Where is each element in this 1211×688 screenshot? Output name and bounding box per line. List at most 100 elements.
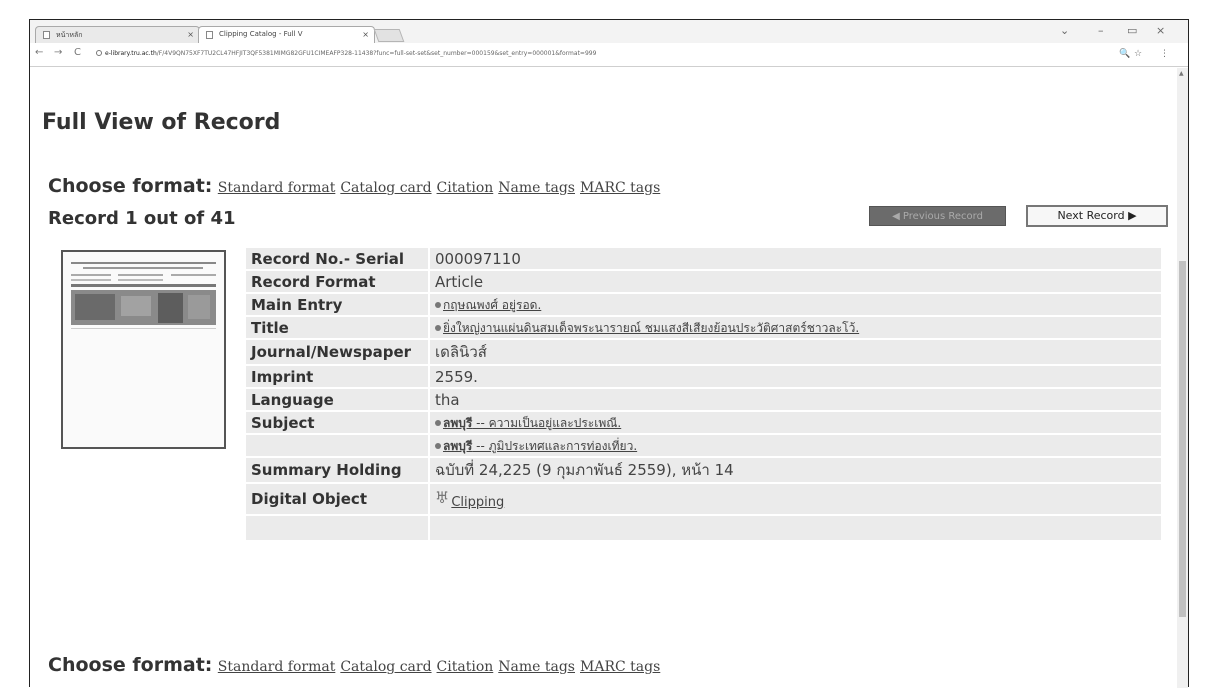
subject-heading: ลพบุรี [443, 438, 473, 453]
format-standard-link[interactable]: Standard format [218, 659, 336, 675]
field-label: Imprint [246, 366, 430, 387]
maximize-icon[interactable]: ▭ [1127, 24, 1137, 37]
table-row: Record No.- Serial 000097110 [246, 248, 1161, 269]
field-label: Summary Holding [246, 458, 430, 482]
new-tab-button[interactable] [373, 29, 405, 42]
format-standard-link[interactable]: Standard format [218, 180, 336, 196]
page-title: Full View of Record [42, 110, 281, 135]
field-label [246, 516, 430, 540]
tab-clipping-catalog[interactable]: Clipping Catalog - Full V × [198, 26, 375, 43]
field-label: Record Format [246, 271, 430, 292]
record-detail-table: Record No.- Serial 000097110 Record Form… [246, 246, 1161, 542]
field-value: ฉบับที่ 24,225 (9 กุมภาพันธ์ 2559), หน้า… [430, 458, 1161, 482]
newspaper-thumbnail-image [71, 262, 216, 329]
field-label: Subject [246, 412, 430, 433]
tab-label: Clipping Catalog - Full V [219, 30, 303, 38]
field-label: Journal/Newspaper [246, 340, 430, 364]
close-tab-icon[interactable]: × [362, 30, 369, 39]
table-row: Main Entry กฤษณพงศ์ อยู่รอด. [246, 294, 1161, 315]
table-row: Imprint 2559. [246, 366, 1161, 387]
field-value: Article [430, 271, 1161, 292]
choose-format-label: Choose format: [48, 175, 213, 197]
page-icon [206, 31, 213, 39]
field-value: ลพบุรี -- ความเป็นอยู่และประเพณี. [430, 412, 1161, 433]
field-label: Language [246, 389, 430, 410]
format-catalog-card-link[interactable]: Catalog card [340, 180, 431, 196]
field-label: Digital Object [246, 484, 430, 514]
table-row: Title ยิ่งใหญ่งานแผ่นดินสมเด็จพระนารายณ์… [246, 317, 1161, 338]
tab-bar: หน้าหลัก × Clipping Catalog - Full V × ⌄… [30, 20, 1188, 43]
field-label: Main Entry [246, 294, 430, 315]
field-value: 000097110 [430, 248, 1161, 269]
record-count: Record 1 out of 41 [48, 208, 236, 229]
field-value: 2559. [430, 366, 1161, 387]
format-marc-tags-link[interactable]: MARC tags [580, 659, 660, 675]
format-selector-bottom: Choose format: Standard format Catalog ca… [48, 654, 665, 676]
table-row: Summary Holding ฉบับที่ 24,225 (9 กุมภาพ… [246, 458, 1161, 482]
previous-record-button[interactable]: ◀ Previous Record [869, 206, 1006, 226]
format-catalog-card-link[interactable]: Catalog card [340, 659, 431, 675]
subject-heading: ลพบุรี [443, 415, 473, 430]
file-icon: ♅ [435, 488, 450, 507]
next-record-button[interactable]: Next Record ▶ [1026, 205, 1168, 227]
field-value: ♅ Clipping [430, 484, 1161, 514]
choose-format-label: Choose format: [48, 654, 213, 676]
main-entry-link[interactable]: กฤษณพงศ์ อยู่รอด. [443, 298, 541, 312]
bullet-icon [435, 419, 441, 426]
table-row: Subject ลพบุรี -- ความเป็นอยู่และประเพณี… [246, 412, 1161, 433]
browser-window: หน้าหลัก × Clipping Catalog - Full V × ⌄… [29, 19, 1189, 688]
url-field[interactable]: e-library.tru.ac.th/F/4V9QN75XF7TU2CL47H… [96, 50, 976, 57]
title-link[interactable]: ยิ่งใหญ่งานแผ่นดินสมเด็จพระนารายณ์ ชมแสง… [443, 321, 859, 335]
back-icon[interactable]: ← [35, 47, 43, 58]
table-row [246, 516, 1161, 540]
close-window-icon[interactable]: × [1156, 24, 1165, 37]
address-bar: ← → C e-library.tru.ac.th/F/4V9QN75XF7TU… [30, 43, 1188, 67]
table-row: Journal/Newspaper เดลินิวส์ [246, 340, 1161, 364]
minimize-icon[interactable]: – [1098, 24, 1104, 37]
subject-subdivision: -- ความเป็นอยู่และประเพณี. [472, 415, 622, 430]
clipping-link[interactable]: Clipping [451, 495, 504, 510]
table-row: Digital Object ♅ Clipping [246, 484, 1161, 514]
tab-label: หน้าหลัก [56, 31, 83, 39]
menu-icon[interactable]: ⋮ [1160, 49, 1169, 59]
field-label: Title [246, 317, 430, 338]
subject-subdivision: -- ภูมิประเทศและการท่องเที่ยว. [472, 438, 638, 453]
bookmark-star-icon[interactable]: ☆ [1134, 49, 1142, 59]
table-row: Record Format Article [246, 271, 1161, 292]
field-value: ยิ่งใหญ่งานแผ่นดินสมเด็จพระนารายณ์ ชมแสง… [430, 317, 1161, 338]
tab-home[interactable]: หน้าหลัก × [35, 26, 200, 43]
info-icon[interactable] [96, 50, 102, 56]
table-row: Language tha [246, 389, 1161, 410]
format-citation-link[interactable]: Citation [437, 180, 494, 196]
format-marc-tags-link[interactable]: MARC tags [580, 180, 660, 196]
format-name-tags-link[interactable]: Name tags [498, 659, 575, 675]
clipping-thumbnail[interactable] [61, 250, 226, 449]
subject-link[interactable]: ลพบุรี -- ภูมิประเทศและการท่องเที่ยว. [443, 439, 637, 453]
bullet-icon [435, 324, 441, 331]
field-value: ลพบุรี -- ภูมิประเทศและการท่องเที่ยว. [430, 435, 1161, 456]
zoom-icon[interactable]: 🔍 [1119, 49, 1130, 59]
scroll-up-icon[interactable]: ▲ [1179, 70, 1184, 77]
profile-icon[interactable]: ⌄ [1060, 24, 1069, 37]
field-value: tha [430, 389, 1161, 410]
page-content: Full View of Record Choose format: Stand… [31, 68, 1177, 688]
table-row: ลพบุรี -- ภูมิประเทศและการท่องเที่ยว. [246, 435, 1161, 456]
field-label: Record No.- Serial [246, 248, 430, 269]
close-tab-icon[interactable]: × [187, 30, 194, 39]
bullet-icon [435, 301, 441, 308]
field-value: กฤษณพงศ์ อยู่รอด. [430, 294, 1161, 315]
forward-icon[interactable]: → [54, 47, 62, 58]
format-citation-link[interactable]: Citation [437, 659, 494, 675]
reload-icon[interactable]: C [74, 47, 81, 58]
field-value: เดลินิวส์ [430, 340, 1161, 364]
url-host: e-library.tru.ac.th [105, 50, 157, 57]
field-label [246, 435, 430, 456]
page-icon [43, 31, 50, 39]
subject-link[interactable]: ลพบุรี -- ความเป็นอยู่และประเพณี. [443, 416, 621, 430]
bullet-icon [435, 442, 441, 449]
format-selector-top: Choose format: Standard format Catalog ca… [48, 175, 665, 197]
url-path: /F/4V9QN75XF7TU2CL47HFJIT3QF5381MIMG82GF… [156, 50, 597, 57]
vertical-scrollbar[interactable]: ▲ [1177, 68, 1188, 688]
scrollbar-thumb[interactable] [1179, 261, 1186, 617]
format-name-tags-link[interactable]: Name tags [498, 180, 575, 196]
